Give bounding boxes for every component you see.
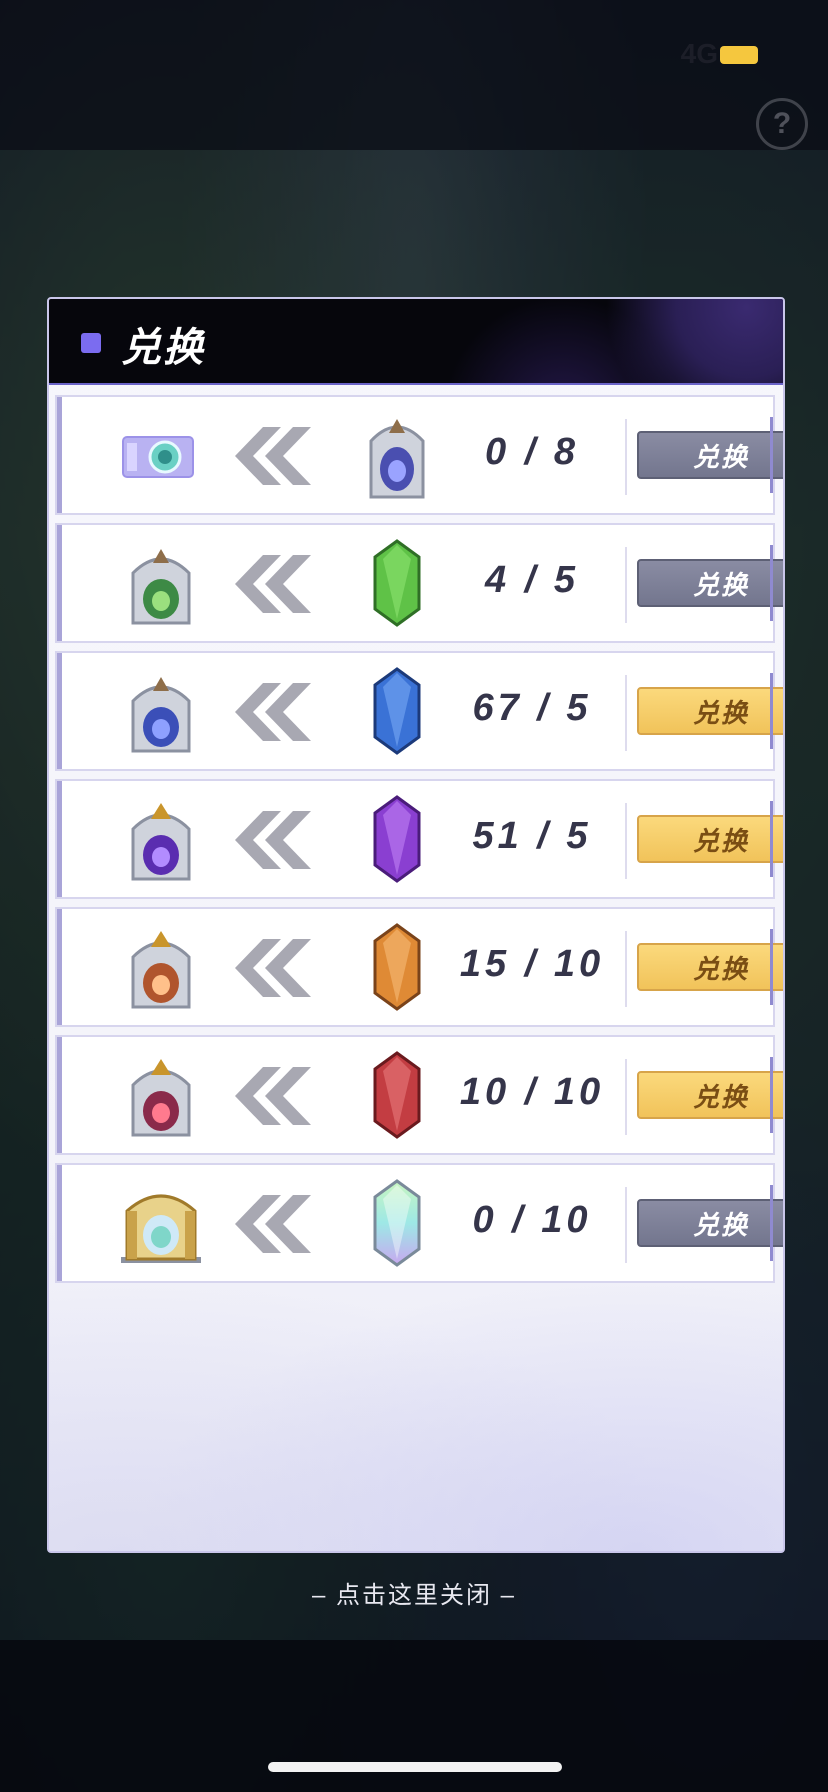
purple-gate-icon [131, 803, 191, 881]
exchange-count: 10 / 10 [459, 1071, 605, 1113]
golden-gate-icon [121, 1194, 201, 1263]
exchange-count: 0 / 10 [472, 1199, 592, 1241]
chevrons-left-icon [235, 811, 311, 869]
exchange-button[interactable]: 兑换 [637, 431, 783, 479]
exchange-button[interactable]: 兑换 [637, 815, 783, 863]
network-indicator: 4G [680, 38, 718, 69]
divider [625, 675, 627, 751]
exchange-row: 51 / 5 兑换 [55, 779, 783, 899]
orange-crystal-icon [373, 923, 421, 1011]
blue-crystal-icon [373, 667, 421, 755]
exchange-button[interactable]: 兑换 [637, 687, 783, 735]
exchange-list: 0 / 8 兑换 4 / 5 兑换 67 / 5 兑换 51 / 5 兑换 15… [55, 395, 783, 1291]
chevrons-left-icon [235, 555, 311, 613]
exchange-count: 51 / 5 [472, 815, 592, 857]
help-icon: ? [756, 98, 808, 150]
orange-gate-icon [131, 931, 191, 1009]
dialog-title: 兑换 [121, 326, 205, 370]
rainbow-crystal-icon [373, 1179, 421, 1267]
exchange-row: 67 / 5 兑换 [55, 651, 783, 771]
exchange-count: 15 / 10 [459, 943, 605, 985]
chevrons-left-icon [235, 427, 311, 485]
exchange-button[interactable]: 兑换 [637, 943, 783, 991]
title-marker-icon [81, 333, 101, 353]
battery-icon [720, 46, 758, 64]
chevrons-left-icon [235, 1195, 311, 1253]
divider [625, 547, 627, 623]
divider [625, 1059, 627, 1135]
chevrons-left-icon [235, 939, 311, 997]
exchange-row: 0 / 10 兑换 [55, 1163, 783, 1283]
chevrons-left-icon [235, 683, 311, 741]
exchange-button[interactable]: 兑换 [637, 1199, 783, 1247]
home-indicator [268, 1762, 562, 1772]
exchange-button[interactable]: 兑换 [637, 1071, 783, 1119]
exchange-row: 15 / 10 兑换 [55, 907, 783, 1027]
divider [625, 931, 627, 1007]
exchange-dialog: 兑换 0 / 8 兑换 4 / 5 兑换 67 / 5 兑换 51 / 5 兑换… [47, 297, 785, 1553]
purple-crystal-icon [373, 795, 421, 883]
divider [625, 803, 627, 879]
exchange-button[interactable]: 兑换 [637, 559, 783, 607]
green-gate-icon [131, 549, 191, 625]
ticket-icon [122, 436, 194, 478]
divider [625, 1187, 627, 1263]
exchange-count: 0 / 8 [485, 431, 579, 473]
blue-gate-icon [131, 677, 191, 753]
close-hint[interactable]: – 点击这里关闭 – [0, 1575, 828, 1610]
exchange-row: 4 / 5 兑换 [55, 523, 783, 643]
blue-stone-gate-icon [369, 419, 425, 499]
dialog-header: 兑换 [49, 299, 783, 385]
exchange-count: 4 / 5 [485, 559, 579, 601]
exchange-count: 67 / 5 [472, 687, 592, 729]
exchange-row: 0 / 8 兑换 [55, 395, 783, 515]
red-crystal-icon [373, 1051, 421, 1139]
chevrons-left-icon [235, 1067, 311, 1125]
red-gate-icon [131, 1059, 191, 1137]
exchange-row: 10 / 10 兑换 [55, 1035, 783, 1155]
green-crystal-icon [373, 539, 421, 627]
divider [625, 419, 627, 495]
